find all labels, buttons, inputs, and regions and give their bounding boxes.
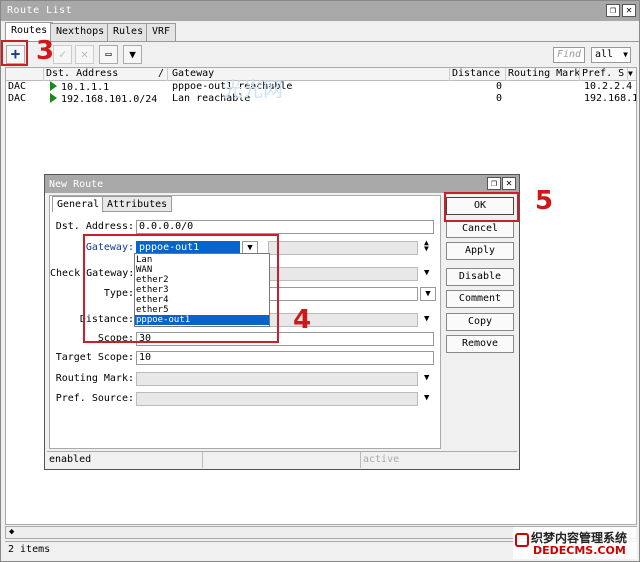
row-gateway: Lan reachable — [172, 93, 251, 104]
chevron-down-icon: ▼ — [623, 50, 628, 59]
close-button[interactable]: ✕ — [622, 4, 636, 17]
active-flag-icon — [50, 93, 57, 103]
filter-select-value: all — [595, 49, 614, 60]
col-flags[interactable] — [6, 68, 44, 81]
apply-button[interactable]: Apply — [446, 242, 514, 260]
column-menu-icon[interactable]: ▼ — [626, 68, 636, 81]
active-flag-icon — [50, 81, 57, 91]
col-pref-source[interactable]: Pref. S — [580, 68, 628, 81]
site-logo-icon — [515, 533, 529, 547]
cancel-button[interactable]: Cancel — [446, 220, 514, 238]
dst-address-label: Dst. Address: — [55, 221, 134, 232]
filter-icon[interactable]: ▼ — [123, 45, 142, 64]
routing-mark-label: Routing Mark: — [55, 373, 134, 384]
site-watermark-line2: DEDECMS.COM — [533, 544, 626, 557]
row-dst: 10.1.1.1 — [48, 81, 168, 93]
gateway-updown-icon[interactable]: ▲ ▼ — [424, 239, 429, 253]
row-routing-mark — [506, 81, 580, 93]
item-count: 2 items — [8, 544, 51, 555]
row-pref: 10.2.2.4 — [584, 81, 633, 92]
tab-vrf[interactable]: VRF — [146, 23, 177, 41]
restore-button[interactable]: ❐ — [606, 4, 620, 17]
col-dst-address[interactable]: Dst. Address — [44, 68, 168, 81]
tab-attributes[interactable]: Attributes — [102, 196, 173, 212]
tab-general[interactable]: General — [52, 196, 105, 212]
row-distance: 0 — [495, 93, 502, 104]
scroll-handle-icon[interactable]: ◆ — [9, 527, 14, 538]
col-gateway[interactable]: Gateway — [170, 68, 450, 81]
annotation-box-ok — [444, 192, 519, 222]
dialog-status-bar: enabled active — [47, 451, 517, 468]
disable-icon[interactable]: ✕ — [75, 45, 94, 64]
row-flags: DAC — [8, 81, 27, 92]
window-title: Route List — [7, 5, 73, 16]
disable-button[interactable]: Disable — [446, 268, 514, 286]
chevron-down-icon[interactable]: ▼ — [424, 373, 429, 383]
target-scope-label: Target Scope: — [55, 352, 134, 363]
dst-address-input[interactable]: 0.0.0.0/0 — [136, 220, 434, 234]
dialog-close-button[interactable]: ✕ — [502, 177, 516, 190]
toolbar: + ✓ ✕ ▭ ▼ Find all ▼ — [1, 41, 639, 67]
row-dst: 192.168.101.0/24 — [48, 93, 168, 105]
comment-icon[interactable]: ▭ — [99, 45, 118, 64]
table-header: Dst. Address / Gateway Distance Routing … — [6, 68, 636, 81]
pref-source-label: Pref. Source: — [55, 393, 134, 404]
site-watermark: 织梦内容管理系统 DEDECMS.COM — [513, 527, 637, 559]
annotation-box-add — [1, 40, 28, 66]
watermark-text: 光光网 — [223, 77, 283, 101]
target-scope-input[interactable]: 10 — [136, 351, 434, 365]
table-row[interactable]: DAC 192.168.101.0/24 Lan reachable 0 192… — [6, 93, 636, 105]
title-bar: Route List ❐ ✕ — [1, 1, 639, 21]
copy-button[interactable]: Copy — [446, 313, 514, 331]
row-pref: 192.168.1 — [584, 93, 636, 104]
row-dst-text: 10.1.1.1 — [61, 82, 110, 93]
col-routing-mark[interactable]: Routing Mark — [506, 68, 580, 81]
comment-button[interactable]: Comment — [446, 290, 514, 308]
routing-mark-select[interactable] — [136, 372, 418, 386]
annotation-number-5: 5 — [535, 186, 554, 216]
col-dst-sort: / — [158, 68, 165, 79]
row-distance: 0 — [495, 81, 502, 92]
row-routing-mark — [506, 93, 580, 105]
dialog-status-enabled: enabled — [47, 452, 203, 468]
filter-select[interactable]: all ▼ — [591, 47, 631, 63]
row-flags: DAC — [8, 93, 27, 104]
annotation-box-gateway — [83, 234, 279, 343]
dialog-title: New Route — [49, 179, 104, 190]
dialog-title-bar: New Route ❐ ✕ — [45, 175, 519, 193]
row-gateway: pppoe-out1 reachable — [172, 81, 293, 92]
dialog-status-active: active — [363, 454, 400, 465]
table-row[interactable]: DAC 10.1.1.1 pppoe-out1 reachable 0 10.2… — [6, 81, 636, 93]
chevron-down-icon[interactable]: ▼ — [424, 393, 429, 403]
find-input[interactable]: Find — [553, 47, 585, 63]
dialog-status-middle — [203, 452, 361, 468]
tab-rules[interactable]: Rules — [107, 23, 150, 41]
tab-nexthops[interactable]: Nexthops — [50, 23, 111, 41]
chevron-down-icon[interactable]: ▼ — [424, 268, 429, 278]
annotation-number-3: 3 — [36, 36, 55, 66]
remove-button[interactable]: Remove — [446, 335, 514, 353]
dialog-restore-button[interactable]: ❐ — [487, 177, 501, 190]
pref-source-select[interactable] — [136, 392, 418, 406]
col-distance[interactable]: Distance — [450, 68, 506, 81]
annotation-number-4: 4 — [293, 305, 312, 335]
chevron-down-icon[interactable]: ▼ — [424, 314, 429, 324]
gateway-extra-input[interactable] — [268, 241, 418, 255]
row-dst-text: 192.168.101.0/24 — [61, 94, 158, 105]
enable-icon[interactable]: ✓ — [53, 45, 72, 64]
type-dropdown-icon[interactable]: ▼ — [420, 287, 436, 301]
